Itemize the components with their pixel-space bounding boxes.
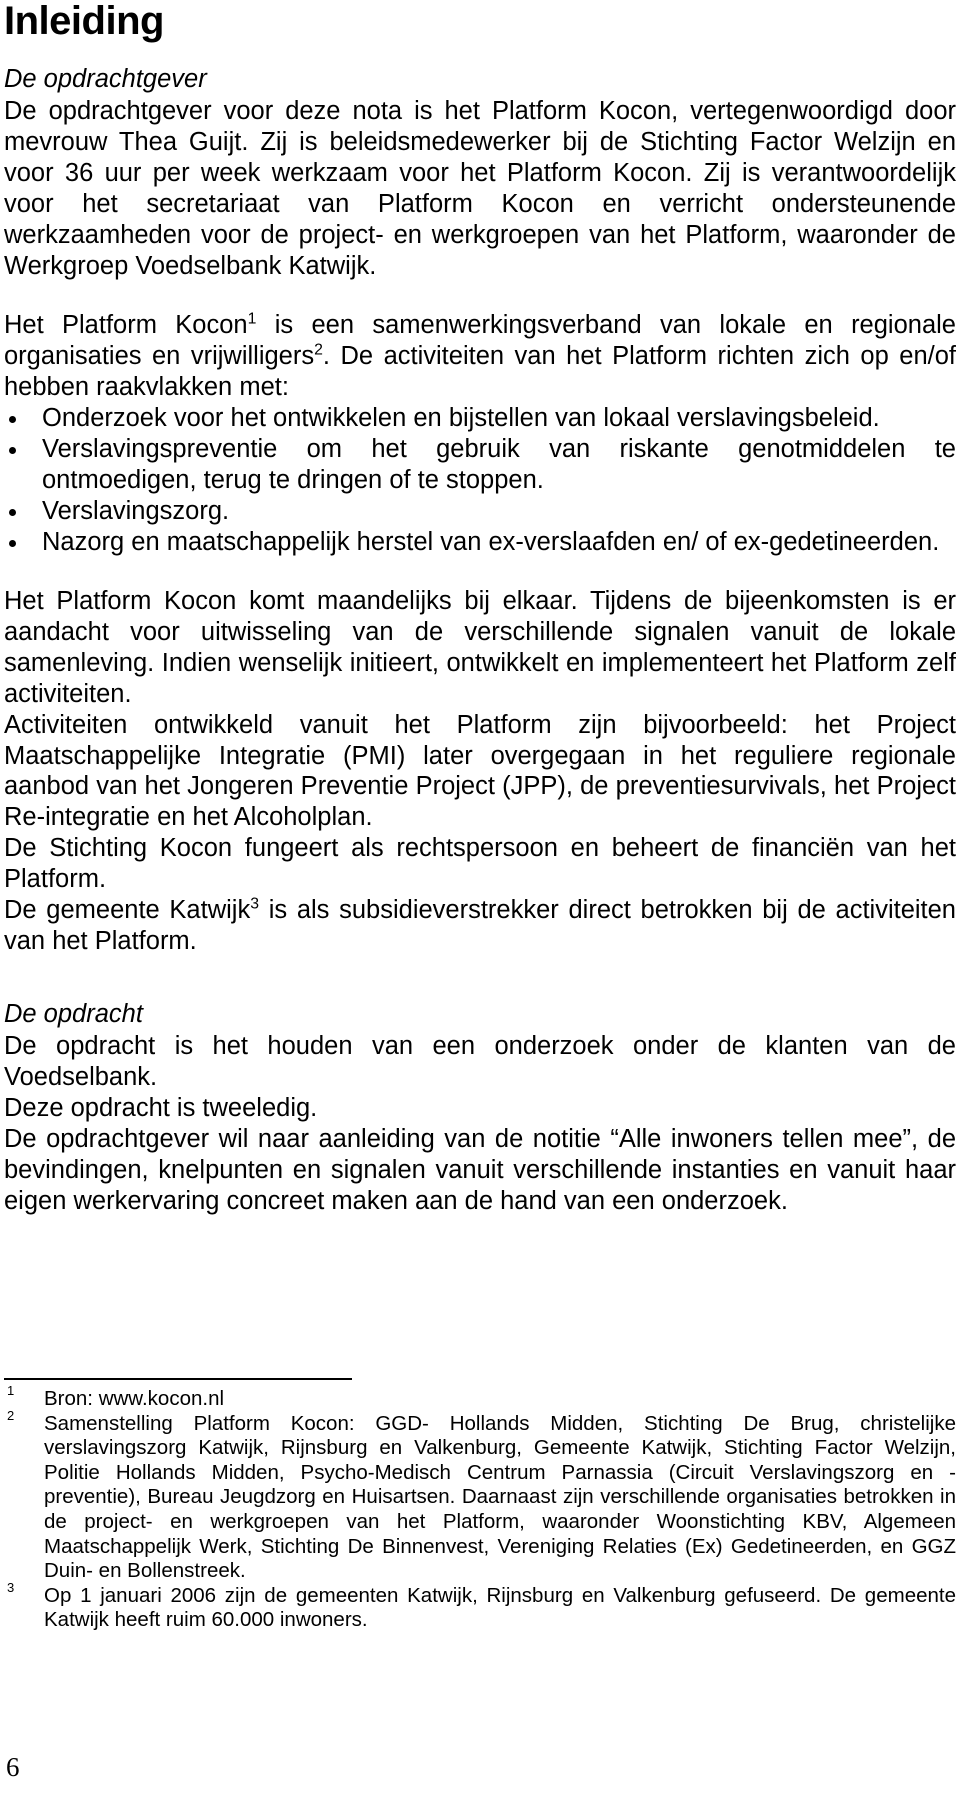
document-page: Inleiding De opdrachtgever De opdrachtge… bbox=[0, 0, 960, 1793]
paragraph-stichting-kocon: De Stichting Kocon fungeert als rechtspe… bbox=[4, 834, 956, 894]
paragraph-platform-intro: Het Platform Kocon1 is een samenwerkings… bbox=[4, 310, 956, 403]
page-title: Inleiding bbox=[4, 0, 164, 43]
footnote-ref-3[interactable]: 3 bbox=[250, 896, 259, 913]
footnote-number: 2 bbox=[7, 1407, 15, 1423]
list-item-label: Verslavingspreventie om het gebruik van … bbox=[42, 434, 956, 494]
paragraph-monthly-meetings: Het Platform Kocon komt maandelijks bij … bbox=[4, 586, 956, 708]
bullet-icon bbox=[9, 447, 16, 455]
bullet-icon bbox=[9, 416, 16, 424]
section-heading-opdrachtgever: De opdrachtgever bbox=[4, 65, 207, 93]
footnote-ref-2[interactable]: 2 bbox=[314, 341, 323, 358]
paragraph-opdrachtgever: De opdrachtgever voor deze nota is het P… bbox=[4, 97, 956, 280]
footnote-number: 1 bbox=[7, 1383, 15, 1399]
list-item-label: Onderzoek voor het ontwikkelen en bijste… bbox=[42, 403, 880, 432]
page-number: 6 bbox=[6, 1752, 20, 1782]
list-item: Onderzoek voor het ontwikkelen en bijste… bbox=[4, 403, 956, 434]
list-item: Verslavingspreventie om het gebruik van … bbox=[4, 434, 956, 496]
paragraph-opdracht-onderzoek: De opdracht is het houden van een onderz… bbox=[4, 1032, 956, 1092]
footnote-2: 2 Samenstelling Platform Kocon: GGD- Holl… bbox=[4, 1408, 956, 1584]
list-item: Nazorg en maatschappelijk herstel van ex… bbox=[4, 527, 956, 558]
platform-intro-lead: Het Platform Kocon bbox=[4, 310, 248, 339]
footnote-3: 3 Op 1 januari 2006 zijn de gemeenten Kat… bbox=[4, 1580, 956, 1633]
footnote-text: Samenstelling Platform Kocon: GGD- Holla… bbox=[44, 1411, 956, 1583]
list-item-label: Nazorg en maatschappelijk herstel van ex… bbox=[42, 527, 940, 556]
footnote-1: 1 Bron: www.kocon.nl bbox=[4, 1383, 956, 1412]
paragraph-opdracht-notitie: De opdrachtgever wil naar aanleiding van… bbox=[4, 1125, 956, 1216]
footnote-number: 3 bbox=[7, 1579, 15, 1595]
list-item-label: Verslavingszorg. bbox=[42, 496, 230, 525]
footnote-area: 1 Bron: www.kocon.nl 2 Samenstelling Platf… bbox=[4, 1378, 956, 1633]
activities-list: Onderzoek voor het ontwikkelen en bijste… bbox=[4, 403, 956, 558]
gemeente-lead: De gemeente Katwijk bbox=[4, 896, 251, 925]
footnote-separator bbox=[4, 1378, 352, 1380]
paragraph-activities-examples: Activiteiten ontwikkeld vanuit het Platf… bbox=[4, 710, 956, 832]
bullet-icon bbox=[9, 539, 16, 547]
list-item: Verslavingszorg. bbox=[4, 496, 956, 527]
bullet-icon bbox=[9, 508, 16, 516]
section-heading-opdracht: De opdracht bbox=[4, 1000, 143, 1029]
footnote-text: Op 1 januari 2006 zijn de gemeenten Katw… bbox=[44, 1583, 956, 1632]
paragraph-opdracht-tweeledig: Deze opdracht is tweeledig. bbox=[4, 1094, 318, 1123]
paragraph-gemeente-katwijk: De gemeente Katwijk3 is als subsidievers… bbox=[4, 895, 956, 957]
footnote-text: Bron: www.kocon.nl bbox=[44, 1387, 225, 1410]
